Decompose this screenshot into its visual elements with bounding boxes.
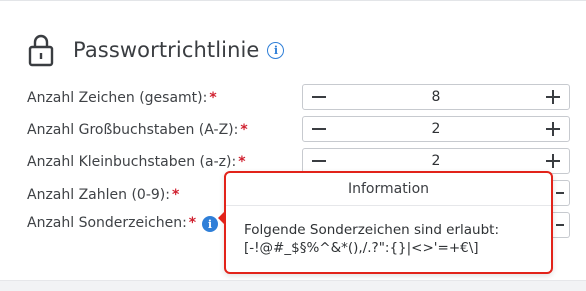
popover-text-line2: [-!@#_$§%^&*(),/.?":{}|<>'=+€\] <box>244 240 479 256</box>
special-chars-stepper <box>552 212 570 238</box>
top-divider <box>0 0 586 1</box>
label-text: Anzahl Kleinbuchstaben (a-z): <box>27 154 237 170</box>
required-marker: * <box>238 154 246 170</box>
popover-body: Folgende Sonderzeichen sind erlaubt: [-!… <box>226 206 551 257</box>
label-digits: Anzahl Zahlen (0-9): * <box>27 187 179 203</box>
label-uppercase: Anzahl Großbuchstaben (A-Z): * <box>27 122 248 138</box>
uppercase-value[interactable]: 2 <box>335 117 537 141</box>
label-text: Anzahl Großbuchstaben (A-Z): <box>27 122 239 138</box>
minus-icon <box>312 160 326 162</box>
total-chars-value[interactable]: 8 <box>335 85 537 109</box>
label-special-chars: Anzahl Sonderzeichen: * <box>27 215 196 231</box>
minus-icon <box>312 96 326 98</box>
label-total-chars: Anzahl Zeichen (gesamt): * <box>27 90 217 106</box>
required-marker: * <box>171 187 180 203</box>
increment-button[interactable] <box>537 85 569 109</box>
increment-button[interactable] <box>537 117 569 141</box>
info-icon[interactable]: i <box>202 216 218 232</box>
popover-title: Information <box>226 173 551 206</box>
uppercase-stepper: 2 <box>302 116 570 142</box>
lowercase-value[interactable]: 2 <box>335 149 537 173</box>
decrement-button[interactable] <box>303 149 335 173</box>
plus-icon <box>546 154 560 168</box>
label-text: Anzahl Zahlen (0-9): <box>27 187 170 203</box>
popover-text-line1: Folgende Sonderzeichen sind erlaubt: <box>244 222 500 238</box>
required-marker: * <box>209 90 217 106</box>
label-lowercase: Anzahl Kleinbuchstaben (a-z): * <box>27 154 246 170</box>
increment-button[interactable] <box>537 149 569 173</box>
lock-icon <box>28 34 54 67</box>
info-popover: Information Folgende Sonderzeichen sind … <box>218 171 553 274</box>
minus-icon <box>312 128 326 130</box>
required-marker: * <box>240 122 248 138</box>
total-chars-stepper: 8 <box>302 84 570 110</box>
info-circle-icon[interactable]: i <box>267 41 285 59</box>
decrement-button[interactable] <box>303 117 335 141</box>
required-marker: * <box>188 215 197 231</box>
minus-icon <box>556 192 564 194</box>
label-text: Anzahl Sonderzeichen: <box>27 215 187 231</box>
page-title: Passwortrichtlinie <box>73 38 260 62</box>
section-header: Passwortrichtlinie i <box>28 30 285 70</box>
bottom-divider <box>0 280 586 291</box>
popover-arrow <box>218 211 225 225</box>
decrement-button[interactable] <box>303 85 335 109</box>
label-text: Anzahl Zeichen (gesamt): <box>27 90 208 106</box>
minus-icon <box>556 224 564 226</box>
plus-icon <box>546 90 560 104</box>
plus-icon <box>546 122 560 136</box>
digits-stepper <box>552 180 570 206</box>
